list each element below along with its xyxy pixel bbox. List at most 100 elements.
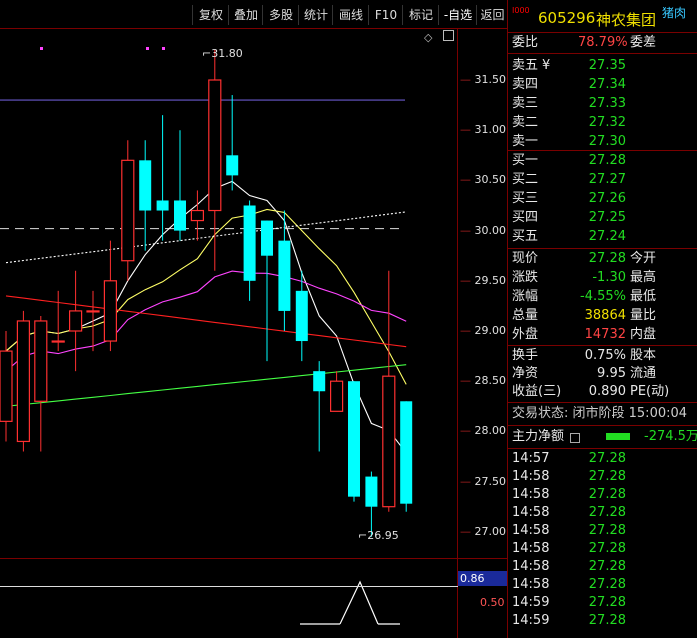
- flow-detail-icon[interactable]: [570, 433, 580, 443]
- draw-line-button[interactable]: 画线: [332, 5, 369, 25]
- divider: [508, 53, 697, 54]
- main-flow-label: 主力净额: [512, 429, 565, 444]
- f10-button[interactable]: F10: [368, 5, 403, 25]
- weicha-label: 委差: [630, 35, 657, 50]
- candle-body: [103, 280, 118, 342]
- trade-price: 27.28: [588, 559, 626, 574]
- candlestick-chart[interactable]: [0, 28, 458, 638]
- bid-row[interactable]: 买五 27.24: [512, 228, 697, 246]
- trade-tick-row: 14:58 27.28: [512, 486, 697, 504]
- price-tick: — 30.50: [460, 173, 506, 187]
- ask-label: 卖五: [512, 58, 539, 73]
- trade-tick-row: 14:59 27.28: [512, 594, 697, 612]
- ask-row[interactable]: 卖二 27.32: [512, 114, 697, 132]
- fund-value: 0.75%: [584, 348, 626, 363]
- divider: [508, 425, 697, 426]
- signal-dot: [162, 47, 165, 50]
- watchlist-button[interactable]: -自选: [438, 5, 477, 25]
- ask-label: 卖四: [512, 77, 539, 92]
- divider: [508, 248, 697, 249]
- trade-status: 交易状态: 闭市阶段 15:00:04: [512, 406, 688, 421]
- candle-body: [295, 290, 308, 342]
- ask-price: 27.34: [588, 77, 626, 92]
- fund-value: 0.890: [588, 384, 626, 399]
- bid-label: 买三: [512, 191, 539, 206]
- trade-time: 14:59: [512, 595, 550, 610]
- trade-price: 27.28: [588, 487, 626, 502]
- weibi-label: 委比: [512, 35, 539, 50]
- subchart-divider: [0, 558, 507, 559]
- trade-price: 27.28: [588, 451, 626, 466]
- bid-price: 27.27: [588, 172, 626, 187]
- fund-label-2: PE(动): [630, 384, 670, 399]
- fundamental-row: 净资 9.95 流通: [512, 365, 697, 383]
- back-button[interactable]: 返回: [476, 5, 508, 25]
- subchart-level-line: [0, 586, 458, 587]
- signal-dot: [146, 47, 149, 50]
- bid-row[interactable]: 买一 27.28: [512, 152, 697, 170]
- candle-body: [174, 200, 186, 231]
- mark-button[interactable]: 标记: [402, 5, 439, 25]
- divider: [508, 345, 697, 346]
- trade-time: 14:58: [512, 487, 550, 502]
- chart-top-border: [0, 28, 507, 29]
- stat-label: 总量: [512, 308, 539, 323]
- stock-code: 605296: [538, 9, 596, 27]
- bid-row[interactable]: 买三 27.26: [512, 190, 697, 208]
- candle-body: [86, 310, 100, 313]
- ask-row[interactable]: 卖四 27.34: [512, 76, 697, 94]
- trade-price: 27.28: [588, 541, 626, 556]
- price-tick: — 27.50: [460, 474, 506, 488]
- fund-value: 9.95: [597, 366, 626, 381]
- trade-time: 14:58: [512, 541, 550, 556]
- bid-row[interactable]: 买四 27.25: [512, 209, 697, 227]
- candle-body: [278, 240, 291, 311]
- candle-body: [400, 401, 413, 504]
- multi-stock-button[interactable]: 多股: [262, 5, 299, 25]
- bid-price: 27.26: [588, 191, 626, 206]
- bid-row[interactable]: 买二 27.27: [512, 171, 697, 189]
- maximize-icon[interactable]: [443, 30, 454, 41]
- subchart-current-value: 0.86: [458, 571, 509, 586]
- stat-label: 现价: [512, 251, 539, 266]
- price-tick: — 27.00: [460, 524, 506, 538]
- quote-flag-icon: I000: [512, 6, 530, 15]
- trade-time: 14:57: [512, 451, 550, 466]
- bid-price: 27.28: [588, 153, 626, 168]
- subchart-indicator-line: [339, 580, 379, 625]
- candle-body: [330, 380, 344, 412]
- ask-label: 卖一: [512, 134, 539, 149]
- ma60-line: [5, 364, 407, 407]
- ask-row[interactable]: 卖五 ¥27.35: [512, 57, 697, 75]
- ask-price: 27.32: [588, 115, 626, 130]
- ask-row[interactable]: 卖三 27.33: [512, 95, 697, 113]
- ask-row[interactable]: 卖一 27.30: [512, 133, 697, 151]
- candle-body: [365, 476, 378, 507]
- candle-body: [382, 375, 396, 508]
- diamond-icon[interactable]: ◇: [424, 31, 432, 44]
- ma10-line: [5, 208, 407, 385]
- statistics-button[interactable]: 统计: [298, 5, 333, 25]
- divider: [508, 150, 697, 151]
- candle-body: [156, 200, 169, 211]
- price-tick: — 28.00: [460, 424, 506, 438]
- ask-price: 27.33: [588, 96, 626, 111]
- sector-tag[interactable]: 猪肉: [662, 4, 686, 21]
- signal-dot: [40, 47, 43, 50]
- weibi-value: 78.79%: [578, 35, 628, 50]
- chart-toolbar: 复权 叠加 多股 统计 画线 F10 标记 -自选 返回: [0, 0, 507, 28]
- main-flow-row: 主力净额 -274.5万: [512, 428, 697, 446]
- bid-label: 买二: [512, 172, 539, 187]
- stat-label: 外盘: [512, 327, 539, 342]
- trade-time: 14:58: [512, 577, 550, 592]
- axis-divider: [457, 28, 458, 638]
- stat-row: 现价 27.28 今开: [512, 250, 697, 268]
- divider: [508, 448, 697, 449]
- candle-body: [208, 79, 222, 212]
- stat-label: 涨幅: [512, 289, 539, 304]
- overlay-button[interactable]: 叠加: [228, 5, 263, 25]
- price-tick: — 31.00: [460, 123, 506, 137]
- trade-tick-row: 14:58 27.28: [512, 558, 697, 576]
- trade-price: 27.28: [588, 505, 626, 520]
- restore-rights-button[interactable]: 复权: [192, 5, 229, 25]
